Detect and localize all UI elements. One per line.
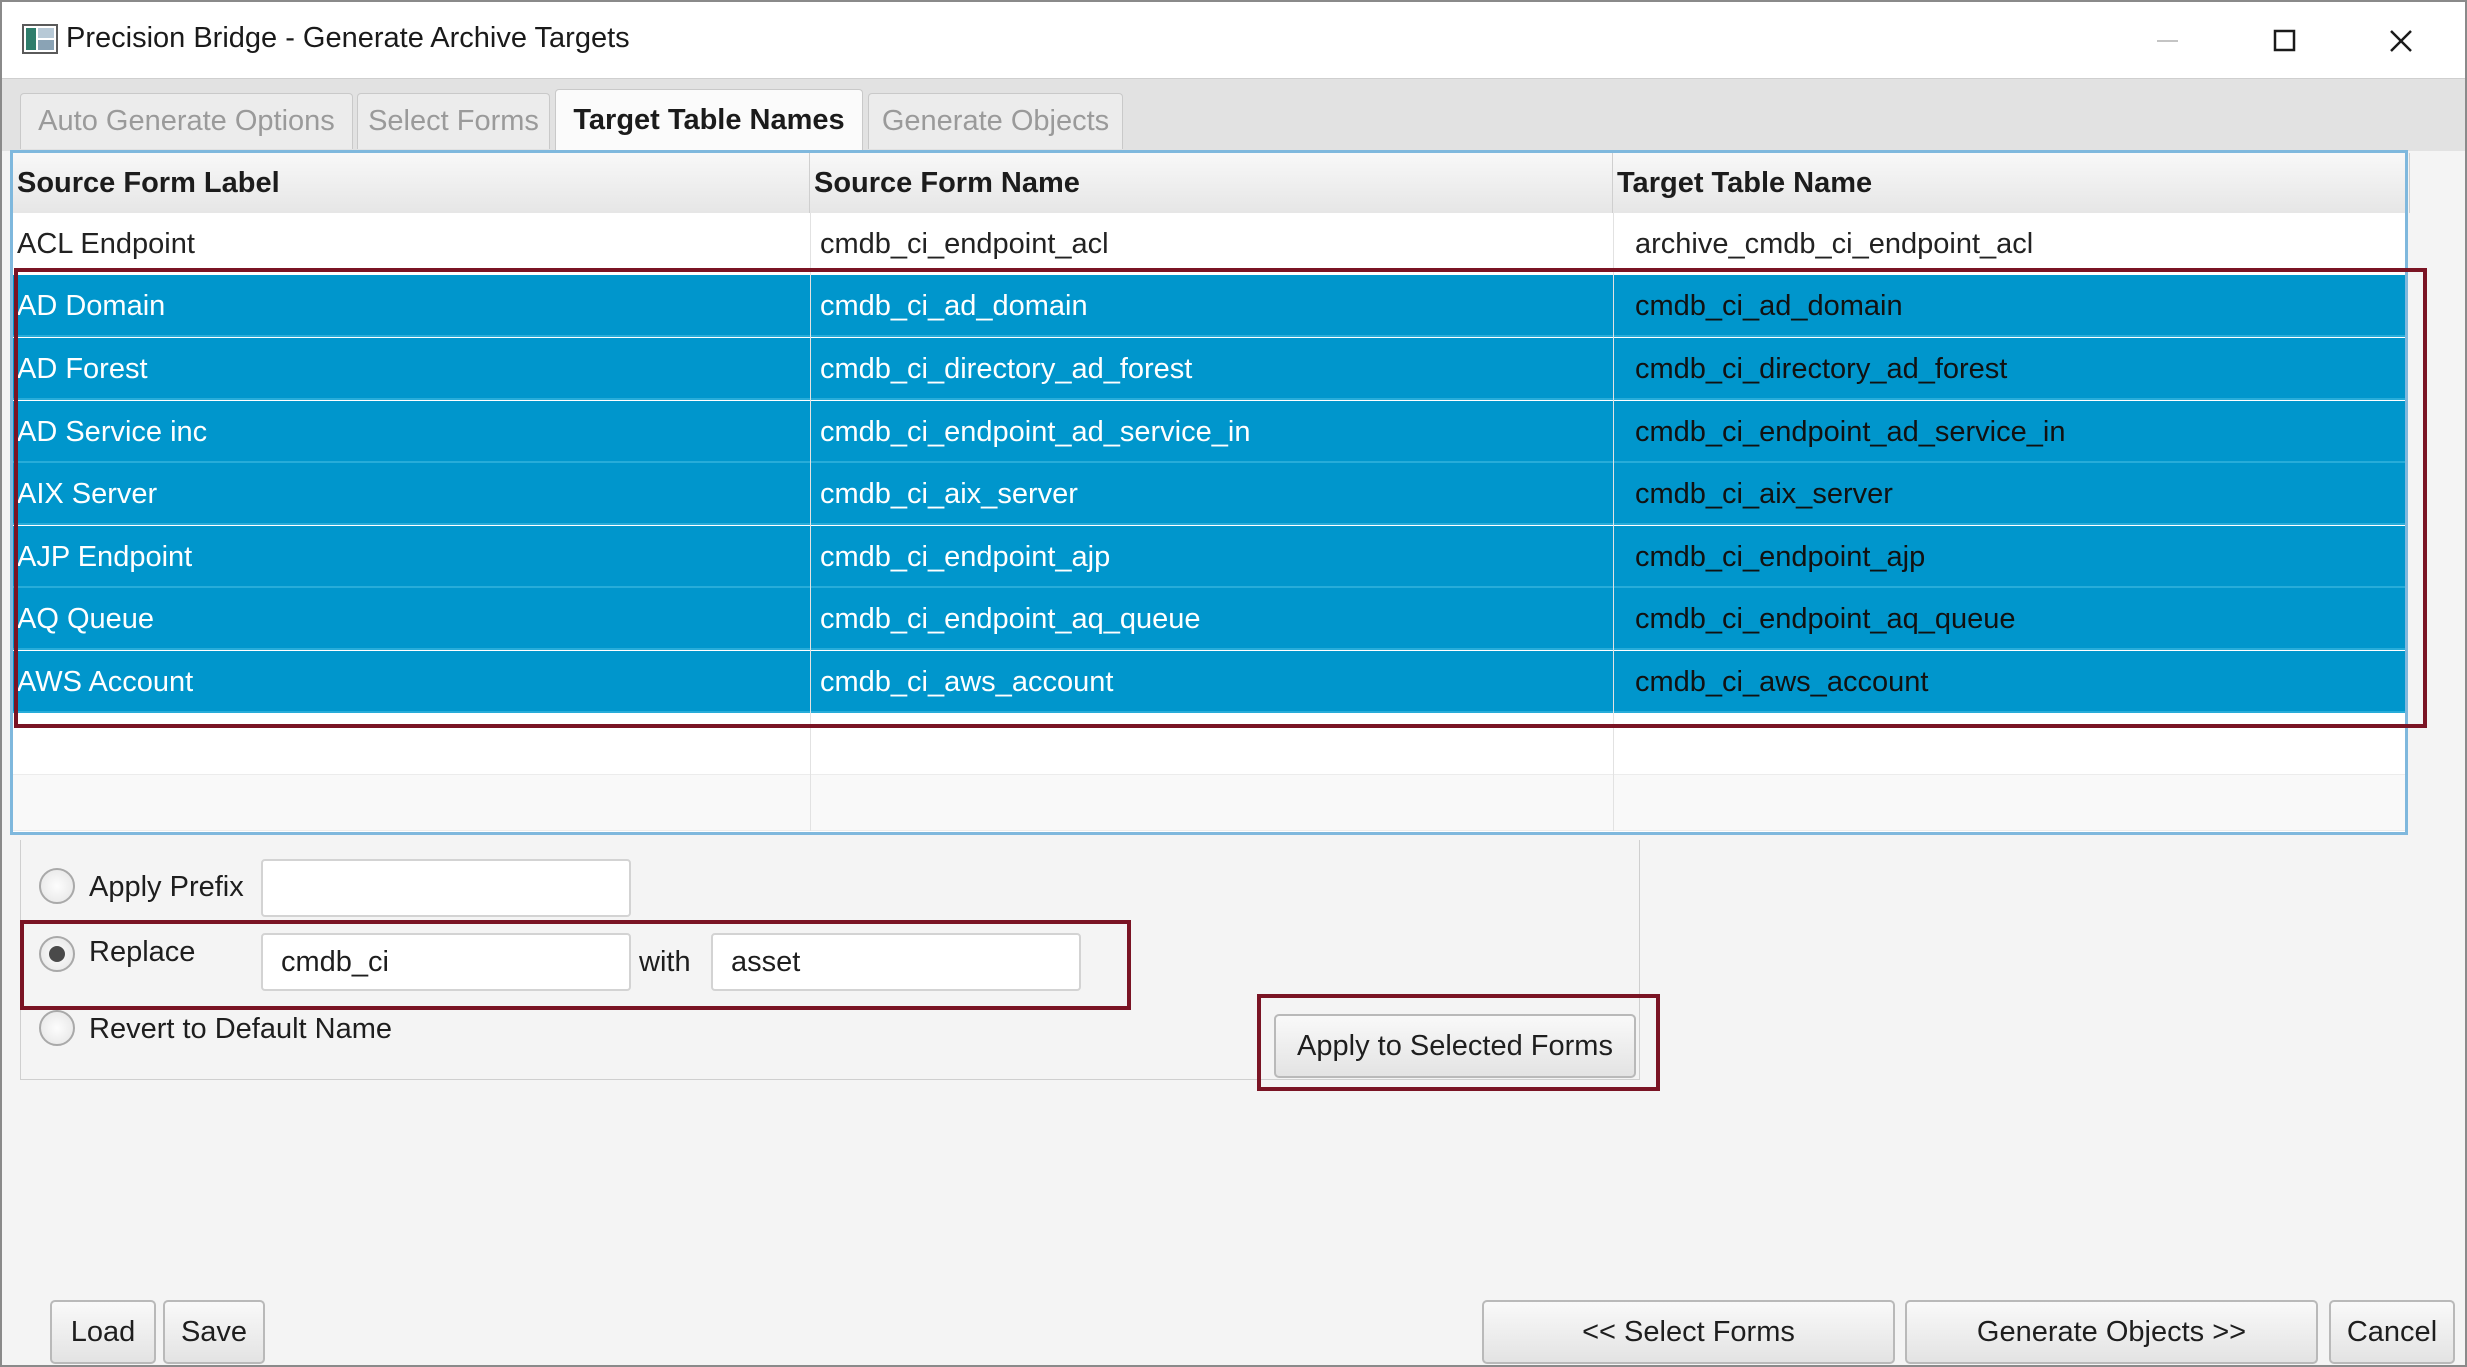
close-button[interactable] xyxy=(2346,2,2456,78)
back-select-forms-button[interactable]: << Select Forms xyxy=(1482,1300,1895,1364)
column-header-source-form-name[interactable]: Source Form Name xyxy=(810,153,1613,213)
revert-default-label: Revert to Default Name xyxy=(89,1013,393,1045)
prefix-input[interactable] xyxy=(261,859,631,917)
generate-objects-button[interactable]: Generate Objects >> xyxy=(1905,1300,2318,1364)
minimize-button[interactable] xyxy=(2112,2,2222,78)
app-icon xyxy=(22,24,58,54)
selection-highlight-box xyxy=(14,268,2427,728)
window-title: Precision Bridge - Generate Archive Targ… xyxy=(66,22,630,54)
column-header-source-form-label[interactable]: Source Form Label xyxy=(13,153,810,213)
tab-auto-generate-options[interactable]: Auto Generate Options xyxy=(20,93,353,149)
table-row-empty xyxy=(13,775,2405,831)
cell-source-form-label: ACL Endpoint xyxy=(17,227,195,260)
maximize-button[interactable] xyxy=(2230,2,2340,78)
revert-default-radio[interactable] xyxy=(39,1010,75,1046)
save-button[interactable]: Save xyxy=(163,1300,265,1364)
tab-strip: Auto Generate Options Select Forms Targe… xyxy=(2,78,2465,151)
apply-prefix-label: Apply Prefix xyxy=(89,871,244,903)
maximize-icon xyxy=(2273,29,2296,52)
column-header-target-table-name[interactable]: Target Table Name xyxy=(1613,153,2410,213)
app-window: Precision Bridge - Generate Archive Targ… xyxy=(0,0,2467,1367)
cancel-button[interactable]: Cancel xyxy=(2329,1300,2455,1364)
apply-prefix-radio[interactable] xyxy=(39,868,75,904)
table-header: Source Form Label Source Form Name Targe… xyxy=(13,153,2410,214)
table-row[interactable]: ACL Endpoint cmdb_ci_endpoint_acl archive_… xyxy=(13,213,2405,275)
title-bar: Precision Bridge - Generate Archive Targ… xyxy=(2,2,2465,78)
load-button[interactable]: Load xyxy=(50,1300,156,1364)
tab-target-table-names[interactable]: Target Table Names xyxy=(555,89,863,151)
apply-button-highlight-box xyxy=(1257,994,1660,1091)
replace-highlight-box xyxy=(20,920,1131,1010)
tab-select-forms[interactable]: Select Forms xyxy=(357,93,550,149)
minimize-icon xyxy=(2157,40,2178,42)
cell-target-table-name[interactable]: archive_cmdb_ci_endpoint_acl xyxy=(1635,213,2033,275)
close-icon xyxy=(2390,30,2412,52)
tab-generate-objects[interactable]: Generate Objects xyxy=(868,93,1123,149)
cell-source-form-name: cmdb_ci_endpoint_acl xyxy=(820,227,1109,260)
